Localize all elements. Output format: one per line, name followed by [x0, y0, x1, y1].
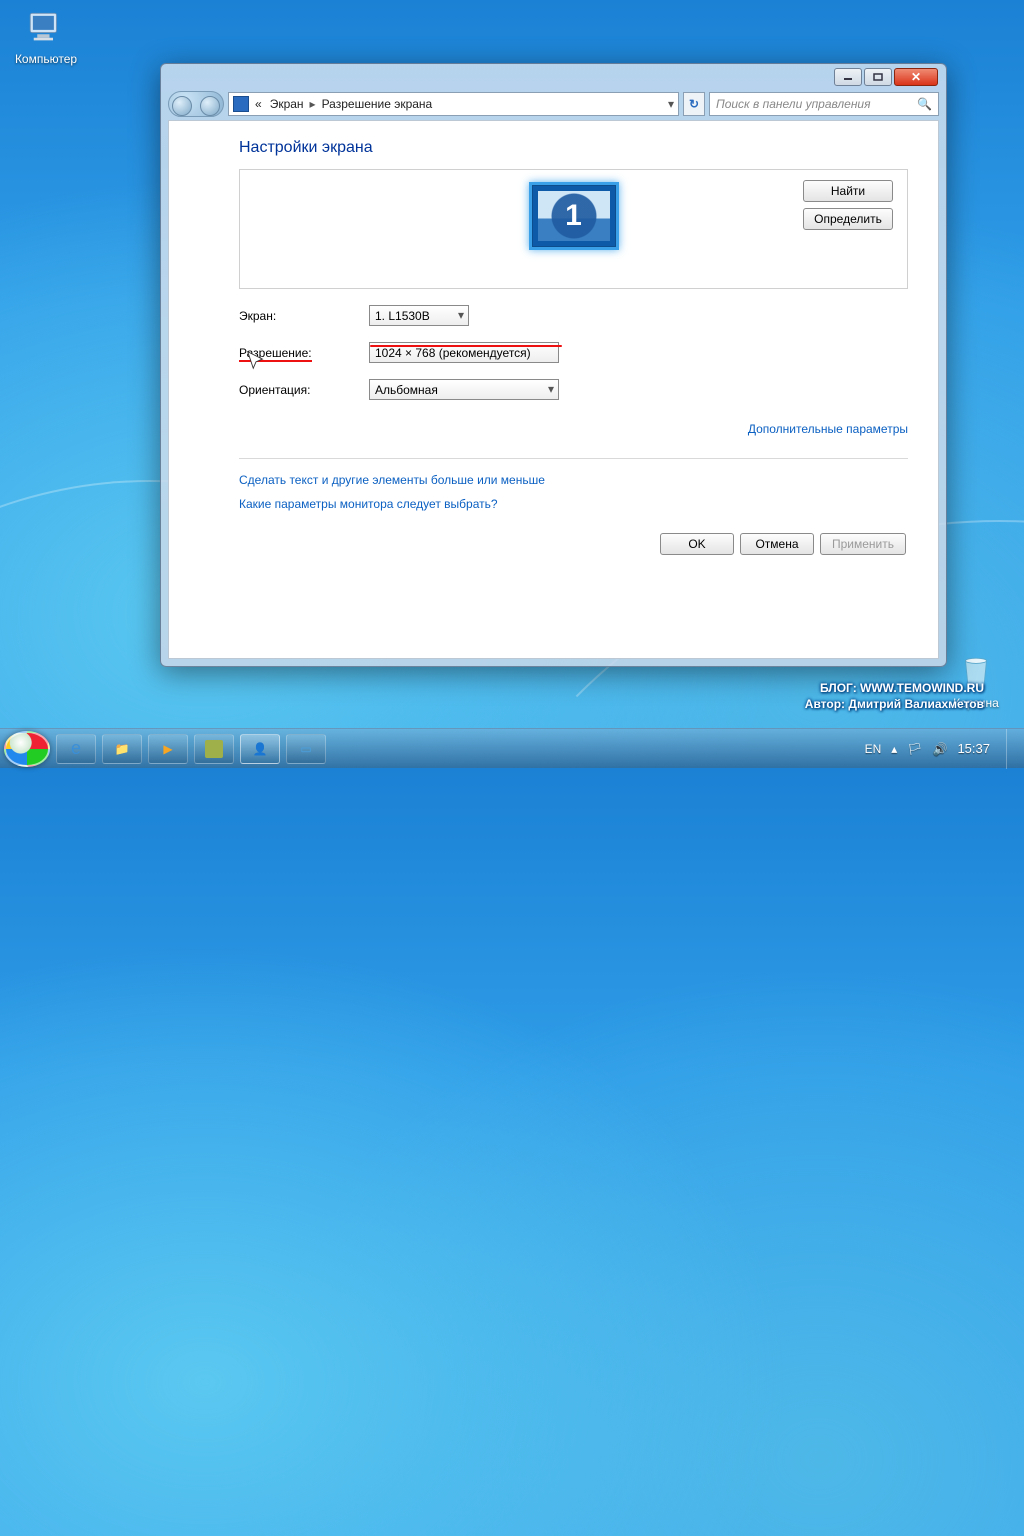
address-bar[interactable]: « Экран ▸ Разрешение экрана ▾ [228, 92, 679, 116]
breadcrumb-item[interactable]: Разрешение экрана [320, 97, 435, 111]
app-icon [205, 740, 223, 758]
taskbar-explorer[interactable]: 📁 [102, 734, 142, 764]
select-resolution[interactable]: 1024 × 768 (рекомендуется) [369, 342, 559, 363]
breadcrumb-sep: ▸ [310, 97, 316, 111]
control-panel-icon [233, 96, 249, 112]
dropdown-icon[interactable]: ▾ [668, 97, 674, 111]
tray-clock[interactable]: 15:37 [957, 741, 990, 756]
label-display: Экран: [239, 309, 369, 323]
nav-row: « Экран ▸ Разрешение экрана ▾ ↻ Поиск в … [168, 89, 939, 119]
app-icon: ▭ [300, 742, 311, 756]
taskbar-app1[interactable] [194, 734, 234, 764]
select-display-value: 1. L1530B [375, 309, 430, 323]
minimize-button[interactable] [834, 68, 862, 86]
apply-button[interactable]: Применить [820, 533, 906, 555]
folder-icon: 📁 [115, 742, 130, 756]
watermark-line1: БЛОГ: WWW.TEMOWIND.RU [805, 680, 984, 696]
search-icon: 🔍 [917, 97, 932, 111]
select-orientation[interactable]: Альбомная [369, 379, 559, 400]
dialog-buttons: OK Отмена Применить [239, 533, 908, 555]
advanced-settings-link[interactable]: Дополнительные параметры [748, 422, 908, 436]
breadcrumb-item[interactable]: Экран [268, 97, 306, 111]
window-client: Настройки экрана 1 Найти Определить Экра… [168, 120, 939, 659]
taskbar-ie[interactable]: e [56, 734, 96, 764]
taskbar-media[interactable]: ▶ [148, 734, 188, 764]
label-resolution: Разрешение: [239, 346, 369, 360]
refresh-button[interactable]: ↻ [683, 92, 705, 116]
start-button[interactable] [4, 731, 50, 767]
monitor-number: 1 [532, 185, 616, 247]
search-box[interactable]: Поиск в панели управления 🔍 [709, 92, 939, 116]
search-placeholder: Поиск в панели управления [716, 97, 871, 111]
select-display[interactable]: 1. L1530B [369, 305, 469, 326]
select-orientation-value: Альбомная [375, 383, 438, 397]
monitor-thumbnail[interactable]: 1 [529, 182, 619, 250]
breadcrumb-prefix: « [253, 97, 264, 111]
show-desktop-button[interactable] [1006, 729, 1018, 769]
row-display: Экран: 1. L1530B [239, 305, 908, 326]
tray-flag-icon[interactable]: 🏳 [907, 742, 922, 756]
row-orientation: Ориентация: Альбомная [239, 379, 908, 400]
row-resolution: Разрешение: 1024 × 768 (рекомендуется) [239, 342, 908, 363]
help-link-which-settings[interactable]: Какие параметры монитора следует выбрать… [239, 497, 908, 511]
ok-button[interactable]: OK [660, 533, 734, 555]
system-tray: EN ▴ 🏳 🔊 15:37 [865, 729, 1024, 769]
window-titlebar-buttons: ✕ [834, 68, 938, 86]
tray-lang[interactable]: EN [865, 742, 882, 756]
select-resolution-value: 1024 × 768 (рекомендуется) [375, 346, 531, 360]
tray-volume-icon[interactable]: 🔊 [933, 742, 948, 756]
identify-button[interactable]: Определить [803, 208, 893, 230]
nav-back-forward[interactable] [168, 91, 224, 117]
media-icon: ▶ [163, 742, 172, 756]
label-orientation: Ориентация: [239, 383, 369, 397]
display-preview: 1 Найти Определить [239, 169, 908, 289]
watermark-line2: Автор: Дмитрий Валиахметов [805, 696, 984, 712]
close-button[interactable]: ✕ [894, 68, 938, 86]
find-button[interactable]: Найти [803, 180, 893, 202]
watermark: БЛОГ: WWW.TEMOWIND.RU Автор: Дмитрий Вал… [805, 680, 984, 712]
taskbar-app2[interactable]: ▭ [286, 734, 326, 764]
desktop-icon-computer[interactable]: Компьютер [8, 8, 84, 66]
ie-icon: e [71, 738, 81, 759]
help-link-text-size[interactable]: Сделать текст и другие элементы больше и… [239, 473, 908, 487]
cancel-button[interactable]: Отмена [740, 533, 814, 555]
display-settings-window: ✕ « Экран ▸ Разрешение экрана ▾ ↻ Поиск … [160, 63, 947, 667]
page-title: Настройки экрана [239, 139, 908, 157]
tray-chevron-icon[interactable]: ▴ [891, 742, 897, 756]
desktop-icon-label: Компьютер [8, 52, 84, 66]
computer-icon [25, 8, 67, 50]
maximize-button[interactable] [864, 68, 892, 86]
taskbar-app-active[interactable]: 👤 [240, 734, 280, 764]
taskbar: e 📁 ▶ 👤 ▭ EN ▴ 🏳 🔊 15:37 [0, 728, 1024, 768]
app-icon: 👤 [253, 742, 268, 756]
